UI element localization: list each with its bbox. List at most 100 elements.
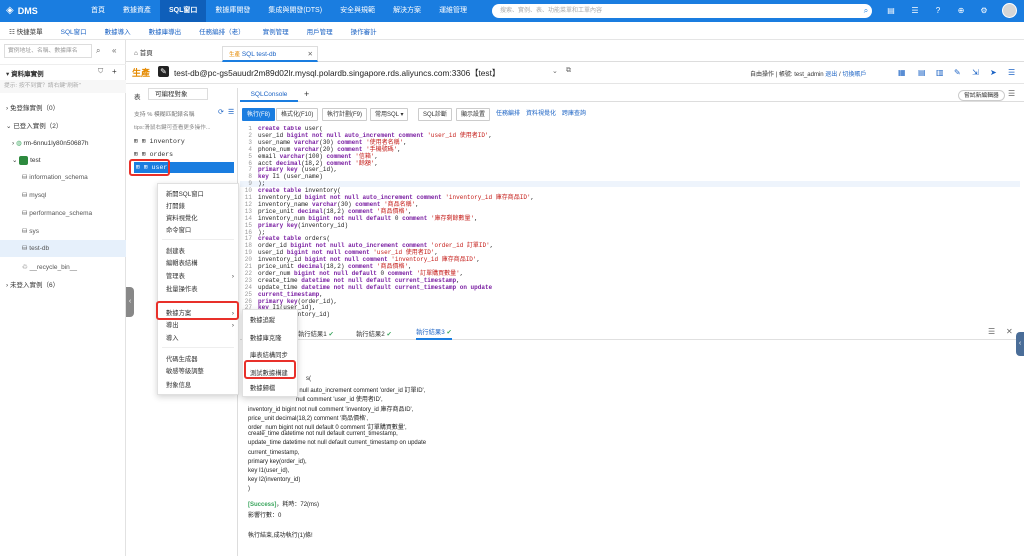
tree-db-mysql[interactable]: ⛁ mysql — [0, 187, 126, 204]
menu-icon[interactable]: ☰ — [988, 327, 995, 336]
search-icon[interactable]: ⌕ — [96, 46, 100, 56]
context-menu-item[interactable]: 對象信息 — [158, 380, 238, 392]
sql-diagnose-button[interactable]: SQL診斷 — [418, 108, 453, 121]
tree-db-recycle-bin[interactable]: ♲ __recycle_bin__ — [0, 259, 126, 276]
result-tab-3[interactable]: 執行結果3 ✔ — [416, 327, 452, 340]
menu-task-orchestration[interactable]: 任務編排（老） — [190, 26, 254, 36]
tab-tables[interactable]: 表 — [134, 91, 141, 101]
sort-icon[interactable]: ☰ — [228, 108, 234, 116]
instance-search-input[interactable]: 實例地址、名稱、數據庫名 — [4, 44, 92, 58]
gear-icon[interactable]: ⚙ — [979, 6, 989, 16]
context-menu-item[interactable]: 創建表 — [158, 246, 238, 258]
context-menu-item[interactable]: 數據方案 › — [158, 308, 238, 320]
search-icon[interactable]: ⌕ — [861, 6, 871, 16]
tab-programmable[interactable]: 可編程對象 — [148, 88, 208, 100]
context-menu-item[interactable]: 代碼生成器 — [158, 354, 238, 366]
cross-db-query-link[interactable]: 跨庫查詢 — [562, 108, 586, 121]
menu-audit[interactable]: 操作審計 — [342, 26, 386, 36]
nav-home[interactable]: 首頁 — [82, 0, 114, 22]
nav-dts[interactable]: 集成與開發(DTS) — [259, 0, 331, 22]
close-icon[interactable]: ✕ — [308, 47, 313, 63]
collapse-icon[interactable]: « — [112, 46, 116, 55]
tree-db-performance-schema[interactable]: ⛁ performance_schema — [0, 205, 126, 222]
common-sql-dropdown[interactable]: 常用SQL ▾ — [370, 108, 409, 121]
tab-sqlconsole[interactable]: SQLConsole — [240, 88, 298, 102]
submenu-item[interactable]: 數據庫克隆 — [243, 333, 297, 345]
submenu-item[interactable]: 數據追蹤 — [243, 315, 297, 327]
edit-icon[interactable]: ✎ — [158, 66, 169, 77]
table-item-user[interactable]: ⊞ ⊞ user — [134, 162, 234, 173]
menu-sql-window[interactable]: SQL窗口 — [52, 26, 96, 36]
context-menu-item[interactable]: 新開SQL窗口 — [158, 189, 238, 201]
globe-icon[interactable]: ⊕ — [956, 6, 966, 16]
data-visualization-link[interactable]: 資料視覺化 — [526, 108, 556, 121]
chart-icon[interactable]: ▥ — [936, 68, 944, 77]
global-search-input[interactable]: 搜索、實例、表、功能菜單和工單內容 — [492, 4, 872, 18]
submenu-item[interactable]: 數據歸檔 — [243, 383, 297, 395]
menu-user-manage[interactable]: 用戶管理 — [298, 26, 342, 36]
context-menu-item[interactable]: 導出 › — [158, 320, 238, 332]
user-avatar[interactable] — [1002, 3, 1017, 18]
submenu-item[interactable]: 測試數據構建 — [243, 368, 297, 380]
table-filter-input[interactable]: 支持 % 模糊匹配錶名稱 — [134, 109, 195, 118]
add-tab-icon[interactable]: + — [304, 89, 309, 99]
refresh-icon[interactable]: ⟳ — [218, 108, 224, 116]
tab-sql-test-db[interactable]: 生產 SQL test-db ✕ — [222, 46, 318, 62]
result-tab-1[interactable]: 執行結果1 ✔ — [298, 329, 334, 338]
table-icon[interactable]: ▤ — [918, 68, 926, 77]
tree-db-information-schema[interactable]: ⛁ information_schema — [0, 169, 126, 186]
explain-button[interactable]: 執行計劃(F9) — [322, 108, 367, 121]
context-menu-item[interactable]: 打開錶 — [158, 201, 238, 213]
task-orchestration-link[interactable]: 任務編排 — [496, 108, 520, 121]
nav-data-assets[interactable]: 數據資產 — [114, 0, 160, 22]
dms-logo[interactable]: ◈ DMS — [6, 5, 38, 16]
help-icon[interactable]: ? — [933, 6, 943, 16]
nav-ops[interactable]: 運維管理 — [430, 0, 476, 22]
tree-db-sys[interactable]: ⛁ sys — [0, 223, 126, 240]
format-button[interactable]: 格式化(F10) — [276, 108, 319, 121]
tree-instance-rm[interactable]: › ◍ rm-6nnu1ly80n50687h — [0, 135, 126, 152]
context-menu-item[interactable]: 編輯表結構 — [158, 258, 238, 270]
tree-not-logged-in[interactable]: › 未登入實例（6） — [0, 277, 126, 294]
tab-home[interactable]: ⌂ 首頁 — [128, 46, 159, 62]
result-tab-2[interactable]: 執行結果2 ✔ — [356, 329, 392, 338]
copy-icon[interactable]: ⧉ — [566, 67, 571, 75]
panel-collapse-handle[interactable]: ‹ — [126, 287, 134, 317]
right-panel-handle[interactable]: ‹ — [1016, 332, 1024, 356]
nav-security[interactable]: 安全與規範 — [331, 0, 384, 22]
edit-icon[interactable]: ✎ — [954, 68, 961, 77]
menu-instance-manage[interactable]: 實例管理 — [254, 26, 298, 36]
close-icon[interactable]: ✕ — [1006, 327, 1013, 336]
context-menu-item[interactable]: 命令窗口 — [158, 225, 238, 237]
menu-db-export[interactable]: 數據庫導出 — [140, 26, 191, 36]
switch-account-link[interactable]: 切換賬戶 — [842, 72, 866, 78]
context-menu-item[interactable]: 批量操作表 — [158, 284, 238, 296]
notes-icon[interactable]: ▤ — [886, 6, 896, 16]
add-icon[interactable]: + — [112, 67, 117, 76]
tree-instance-test[interactable]: ⌄ test — [0, 152, 126, 169]
nav-sql-window[interactable]: SQL窗口 — [160, 0, 207, 22]
export-icon[interactable]: ⇲ — [972, 68, 979, 77]
quick-menu[interactable]: ☷ 快捷菜單 — [0, 26, 52, 36]
tree-db-test-db[interactable]: ⛁ test-db — [0, 240, 126, 257]
menu-icon[interactable]: ☰ — [1008, 68, 1015, 77]
tree-logged-in[interactable]: ⌄ 已登入實例（2） — [0, 118, 126, 135]
logout-link[interactable]: 退出 — [825, 72, 837, 78]
sql-editor[interactable]: 1 create table user(2 user_id bigint not n… — [240, 126, 1020, 326]
try-new-editor-button[interactable]: 嘗試新編輯器 — [958, 90, 1005, 101]
menu-icon[interactable]: ☰ — [1008, 89, 1015, 98]
nav-db-dev[interactable]: 數據庫開發 — [206, 0, 259, 22]
context-menu-item[interactable]: 導入 — [158, 333, 238, 345]
tree-free-login[interactable]: › 免登錄實例（0） — [0, 100, 126, 117]
filter-icon[interactable]: ⛉ — [98, 68, 103, 76]
context-menu-item[interactable]: 管理表 › — [158, 271, 238, 283]
execute-button[interactable]: 執行(F8) — [242, 108, 275, 121]
display-settings-button[interactable]: 顯示設置 — [456, 108, 491, 121]
context-menu-item[interactable]: 資料視覺化 — [158, 213, 238, 225]
submenu-item[interactable]: 庫表結構同步 — [243, 350, 297, 362]
chevron-down-icon[interactable]: ⌄ — [552, 67, 558, 75]
context-menu-item[interactable]: 敏感等級調整 — [158, 366, 238, 378]
table-item-inventory[interactable]: ⊞ ⊞ inventory — [134, 137, 185, 145]
nav-solutions[interactable]: 解決方案 — [384, 0, 430, 22]
send-icon[interactable]: ➤ — [990, 68, 997, 77]
